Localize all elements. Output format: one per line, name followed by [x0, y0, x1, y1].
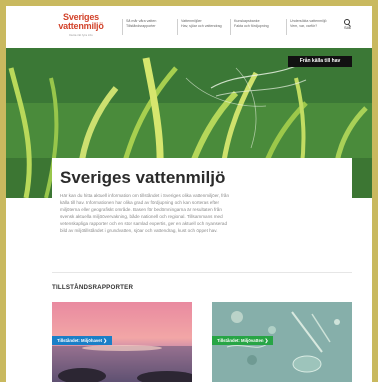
search-button[interactable]: Sök — [344, 19, 354, 31]
intro-line: vetenskapliga rapporter och en stor saml… — [60, 221, 228, 226]
from-source-to-sea-button[interactable]: Från källa till hav — [288, 56, 352, 67]
intro-line: svensk aktuella miljöövervakning, både n… — [60, 214, 223, 219]
page-title: Sveriges vattenmiljö — [60, 168, 226, 187]
section-title: TILLSTÅNDSRAPPORTER — [52, 284, 134, 291]
nav-item-undersokta[interactable]: Undersökta vattenmiljö Vem, var, varför? — [286, 19, 327, 35]
intro-line: Här kan du hitta aktuell information om … — [60, 193, 230, 198]
logo-title-line2: vattenmiljö — [58, 21, 104, 31]
logo-tagline: Detta rikt fyra info — [69, 33, 93, 37]
nav-item-tillstandsrapporter[interactable]: Så mår våra vatten Tillståndsrapporter — [122, 19, 156, 35]
site-logo[interactable]: Sveriges vattenmiljö Detta rikt fyra inf… — [52, 13, 110, 38]
nav-item-subtitle: Vem, var, varför? — [290, 23, 318, 28]
report-tile-label[interactable]: Tillståndet: Miljöhavet ❯ — [52, 336, 112, 345]
intro-card: Sveriges vattenmiljö Här kan du hitta ak… — [52, 158, 352, 270]
intro-line: källa till hav. Informationen har olika … — [60, 200, 219, 205]
intro-text: Här kan du hitta aktuell information om … — [60, 192, 346, 234]
report-tile-freshwater[interactable]: Tillståndet: Miljövatten ❯ — [212, 302, 352, 382]
nav-item-subtitle: Hav, sjöar och vattendrag — [181, 23, 222, 28]
site-header: Sveriges vattenmiljö Detta rikt fyra inf… — [6, 6, 372, 48]
report-tile-label[interactable]: Tillståndet: Miljövatten ❯ — [212, 336, 274, 345]
intro-line: bild av miljötillståndet i grundvatten, … — [60, 228, 218, 233]
nav-item-vattenmiljoer[interactable]: Vattenmiljöer Hav, sjöar och vattendrag — [177, 19, 222, 35]
report-tile-sea[interactable]: Tillståndet: Miljöhavet ❯ — [52, 302, 192, 382]
nav-item-subtitle: Tillståndsrapporter — [126, 23, 156, 28]
search-icon — [344, 19, 350, 25]
web-page: Sveriges vattenmiljö Detta rikt fyra inf… — [6, 6, 372, 382]
nav-item-kunskapsbanke[interactable]: Kunskapsbanke Fakta och fördjupning — [230, 19, 269, 35]
nav-item-subtitle: Fakta och fördjupning — [234, 23, 269, 28]
section-divider — [52, 272, 352, 273]
intro-line: miljöterna eller geografiskt område. Bas… — [60, 207, 222, 212]
